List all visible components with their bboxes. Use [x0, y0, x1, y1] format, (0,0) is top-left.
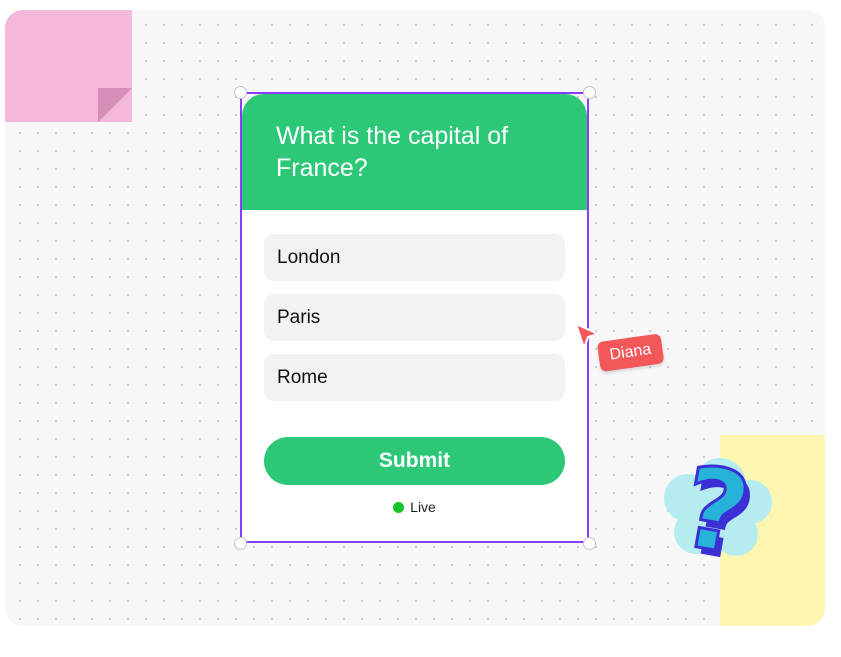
resize-handle-bottom-left[interactable] [234, 537, 247, 550]
resize-handle-top-right[interactable] [583, 86, 596, 99]
page-fold [98, 88, 132, 122]
question-mark-icon[interactable]: ? ? [658, 450, 778, 570]
resize-handle-top-left[interactable] [234, 86, 247, 99]
cursor-arrow-icon [575, 323, 599, 349]
sticky-note-pink[interactable] [5, 10, 132, 122]
resize-handle-bottom-right[interactable] [583, 537, 596, 550]
selection-frame[interactable] [240, 92, 589, 543]
